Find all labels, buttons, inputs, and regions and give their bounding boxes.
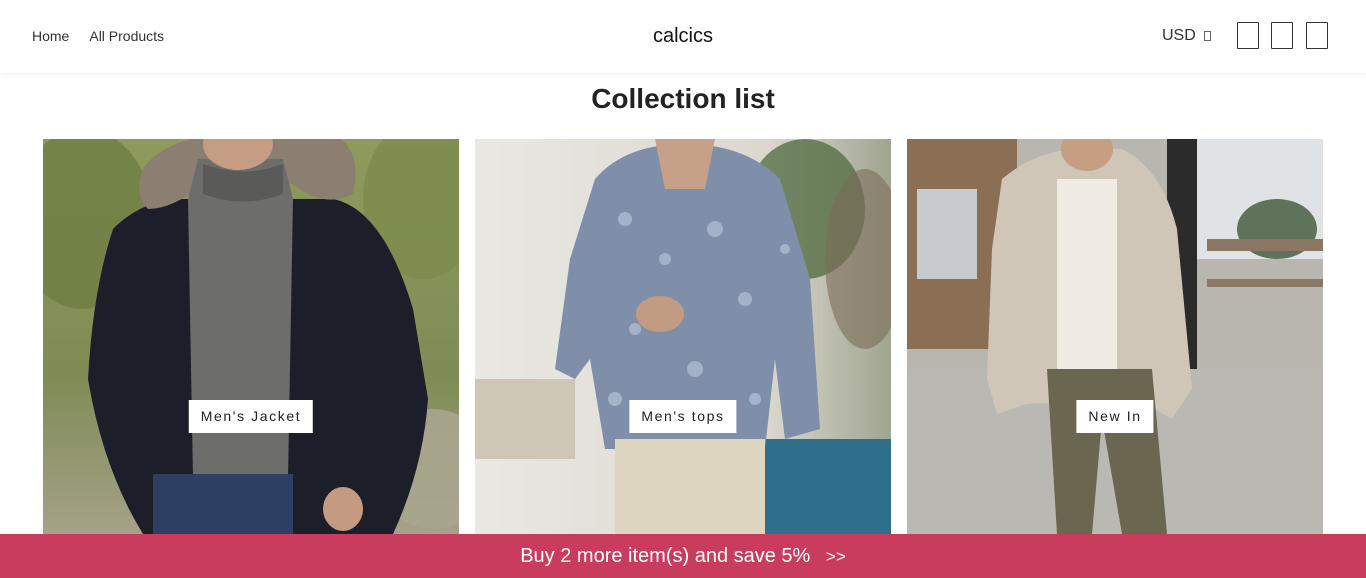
- promo-bar[interactable]: Buy 2 more item(s) and save 5% >>: [0, 534, 1366, 578]
- cart-icon[interactable]: [1306, 22, 1328, 49]
- collection-card-mens-jacket[interactable]: Men's Jacket: [43, 139, 459, 534]
- collection-label[interactable]: Men's Jacket: [188, 400, 314, 433]
- collection-card-mens-tops[interactable]: Men's tops: [475, 139, 891, 534]
- mens-jacket-image: [43, 139, 459, 534]
- promo-arrows: >>: [825, 547, 846, 566]
- account-icon[interactable]: [1271, 22, 1293, 49]
- promo-text: Buy 2 more item(s) and save 5%: [520, 545, 811, 567]
- site-header: Home All Products calcics USD: [0, 0, 1366, 73]
- page-title: Collection list: [591, 83, 775, 114]
- collection-card-new-in[interactable]: New In: [907, 139, 1323, 534]
- collection-label[interactable]: New In: [1076, 400, 1154, 433]
- mens-tops-image: [475, 139, 891, 534]
- chevron-down-icon: [1203, 31, 1211, 41]
- collection-label[interactable]: Men's tops: [629, 400, 737, 433]
- search-icon[interactable]: [1237, 22, 1259, 49]
- currency-selector[interactable]: USD: [1162, 27, 1211, 45]
- currency-label: USD: [1162, 27, 1196, 44]
- new-in-image: [907, 139, 1323, 534]
- brand-logo[interactable]: calcics: [653, 24, 713, 48]
